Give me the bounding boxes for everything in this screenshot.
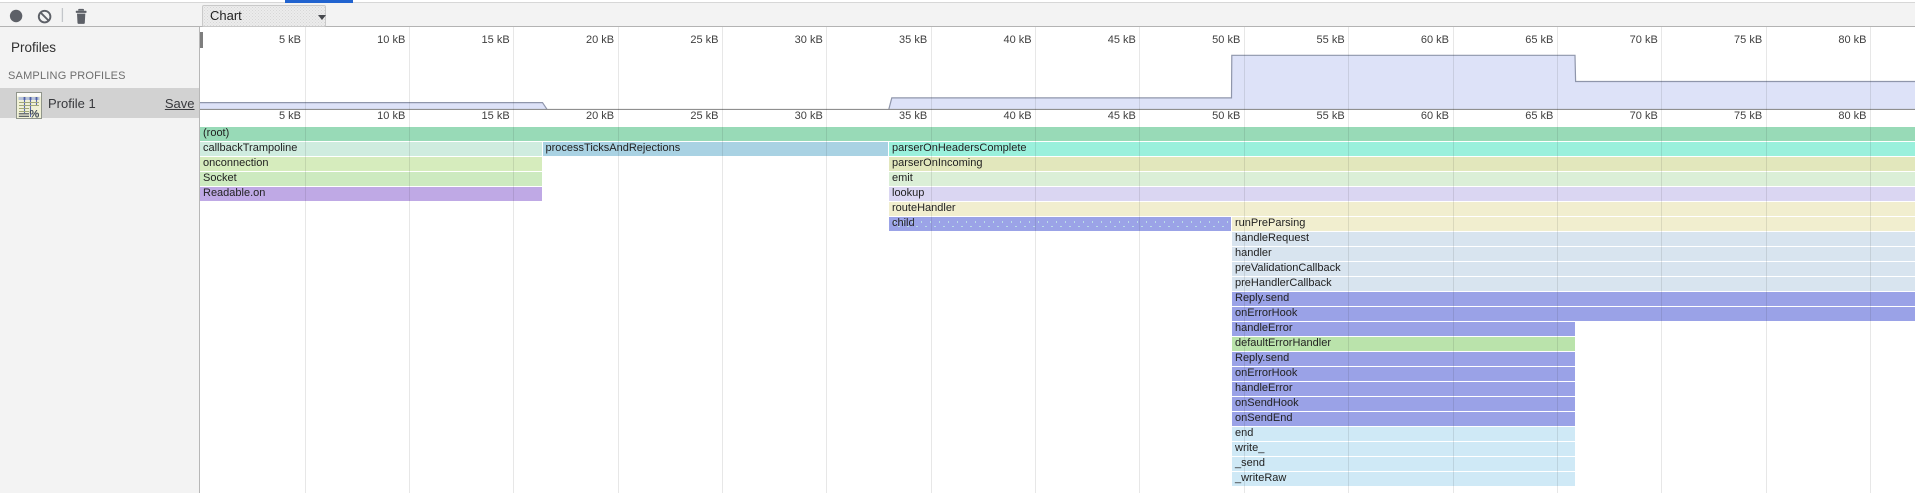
svg-text:%: % xyxy=(30,109,40,120)
